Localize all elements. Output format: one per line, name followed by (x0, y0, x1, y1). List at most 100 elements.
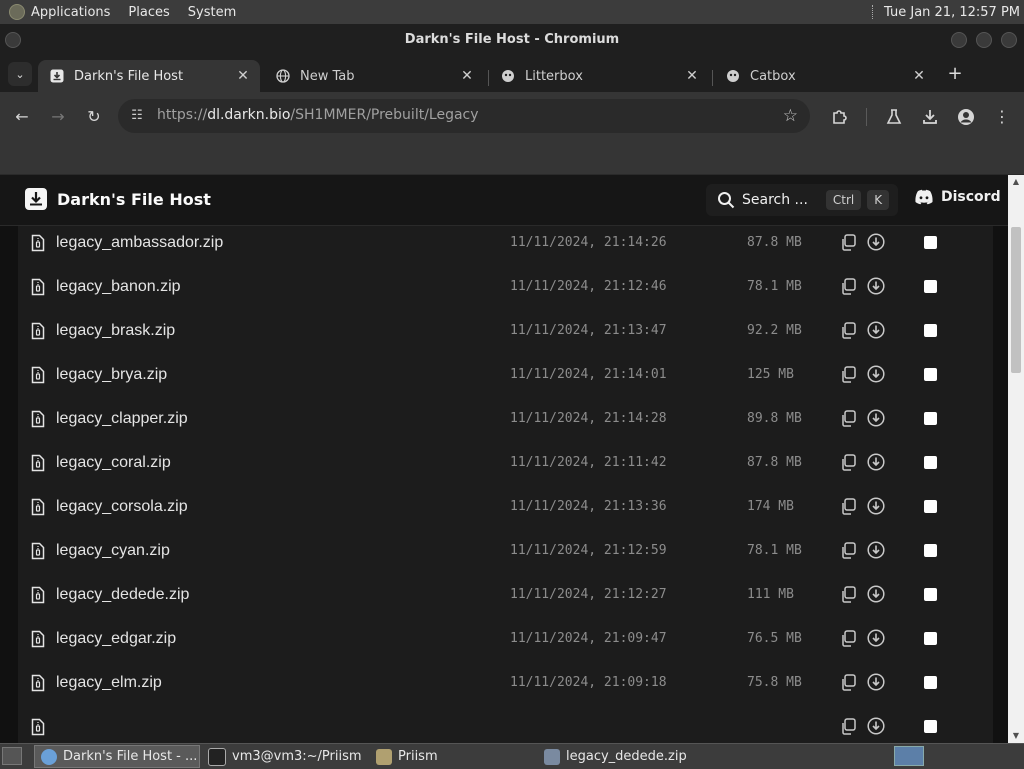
copy-link-icon[interactable] (840, 322, 856, 339)
file-name[interactable]: legacy_ambassador.zip (56, 234, 223, 252)
back-button[interactable]: ← (10, 105, 34, 129)
select-checkbox[interactable] (924, 236, 937, 249)
file-name[interactable]: legacy_dedede.zip (56, 586, 189, 604)
download-circle-icon[interactable] (867, 365, 885, 383)
tab-search-button[interactable]: ⌄ (8, 62, 32, 86)
download-circle-icon[interactable] (867, 497, 885, 515)
chrome-menu-button[interactable]: ⋮ (990, 105, 1014, 129)
clock[interactable]: Tue Jan 21, 12:57 PM (884, 5, 1020, 20)
file-name[interactable]: legacy_brask.zip (56, 322, 175, 340)
copy-link-icon[interactable] (840, 234, 856, 251)
url-text[interactable]: https://dl.darkn.bio/SH1MMER/Prebuilt/Le… (157, 107, 479, 123)
maximize-button[interactable] (976, 32, 992, 48)
scroll-down-arrow-icon[interactable]: ▼ (1008, 729, 1024, 743)
select-checkbox[interactable] (924, 676, 937, 689)
file-name[interactable]: legacy_edgar.zip (56, 630, 176, 648)
table-row[interactable]: legacy_edgar.zip 11/11/2024, 21:09:47 76.5… (18, 617, 993, 661)
copy-link-icon[interactable] (840, 410, 856, 427)
select-checkbox[interactable] (924, 544, 937, 557)
select-checkbox[interactable] (924, 368, 937, 381)
taskbar-item-priism-folder[interactable]: Priism (370, 745, 536, 768)
select-checkbox[interactable] (924, 412, 937, 425)
site-info-icon[interactable]: ☷ (128, 107, 146, 125)
select-checkbox[interactable] (924, 632, 937, 645)
labs-button[interactable] (882, 105, 906, 129)
tab-litterbox[interactable]: Litterbox ✕ (489, 60, 709, 92)
table-row[interactable]: legacy_cyan.zip 11/11/2024, 21:12:59 78.1 … (18, 529, 993, 573)
extensions-button[interactable] (828, 105, 852, 129)
copy-link-icon[interactable] (840, 278, 856, 295)
copy-link-icon[interactable] (840, 454, 856, 471)
download-circle-icon[interactable] (867, 321, 885, 339)
copy-link-icon[interactable] (840, 586, 856, 603)
show-desktop-button[interactable] (2, 747, 22, 765)
select-checkbox[interactable] (924, 324, 937, 337)
close-tab-icon[interactable]: ✕ (683, 68, 701, 84)
copy-link-icon[interactable] (840, 498, 856, 515)
copy-link-icon[interactable] (840, 630, 856, 647)
select-checkbox[interactable] (924, 456, 937, 469)
copy-link-icon[interactable] (840, 542, 856, 559)
file-name[interactable]: legacy_corsola.zip (56, 498, 188, 516)
download-circle-icon[interactable] (867, 717, 885, 735)
taskbar-item-chromium[interactable]: Darkn's File Host - ... (34, 745, 200, 768)
download-circle-icon[interactable] (867, 541, 885, 559)
search-button[interactable]: Search ... Ctrl K (706, 184, 898, 216)
downloads-button[interactable] (918, 105, 942, 129)
table-row[interactable]: legacy_ambassador.zip 11/11/2024, 21:14:2… (18, 226, 993, 265)
scroll-up-arrow-icon[interactable]: ▲ (1008, 175, 1024, 189)
table-row[interactable]: legacy_brask.zip 11/11/2024, 21:13:47 92.2… (18, 309, 993, 353)
minimize-button[interactable] (951, 32, 967, 48)
table-row[interactable]: legacy_banon.zip 11/11/2024, 21:12:46 78.1… (18, 265, 993, 309)
file-name[interactable]: legacy_elm.zip (56, 674, 162, 692)
table-row[interactable]: legacy_dedede.zip 11/11/2024, 21:12:27 111… (18, 573, 993, 617)
copy-link-icon[interactable] (840, 718, 856, 735)
applications-menu[interactable]: Applications (31, 5, 110, 20)
select-checkbox[interactable] (924, 280, 937, 293)
taskbar-item-terminal[interactable]: vm3@vm3:~/Priism (202, 745, 368, 768)
page-scrollbar[interactable]: ▲ ▼ (1008, 175, 1024, 743)
select-checkbox[interactable] (924, 720, 937, 733)
download-circle-icon[interactable] (867, 673, 885, 691)
file-name[interactable]: legacy_clapper.zip (56, 410, 188, 428)
close-tab-icon[interactable]: ✕ (458, 68, 476, 84)
close-window-button[interactable] (1001, 32, 1017, 48)
new-tab-button[interactable]: + (944, 64, 966, 86)
places-menu[interactable]: Places (128, 5, 169, 20)
reload-button[interactable]: ↻ (82, 105, 106, 129)
table-row[interactable]: legacy_elm.zip 11/11/2024, 21:09:18 75.8 M… (18, 661, 993, 705)
file-name[interactable]: legacy_banon.zip (56, 278, 181, 296)
scrollbar-thumb[interactable] (1011, 227, 1021, 373)
download-circle-icon[interactable] (867, 453, 885, 471)
copy-link-icon[interactable] (840, 366, 856, 383)
tab-darkns-file-host[interactable]: Darkn's File Host ✕ (38, 60, 260, 92)
system-menu[interactable]: System (188, 5, 236, 20)
download-circle-icon[interactable] (867, 629, 885, 647)
close-tab-icon[interactable]: ✕ (910, 68, 928, 84)
select-checkbox[interactable] (924, 588, 937, 601)
site-brand[interactable]: Darkn's File Host (24, 187, 211, 211)
discord-link[interactable]: Discord (914, 189, 1001, 205)
forward-button[interactable]: → (46, 105, 70, 129)
file-name[interactable]: legacy_cyan.zip (56, 542, 170, 560)
file-name[interactable]: legacy_coral.zip (56, 454, 171, 472)
copy-link-icon[interactable] (840, 674, 856, 691)
download-circle-icon[interactable] (867, 277, 885, 295)
table-row[interactable]: legacy_clapper.zip 11/11/2024, 21:14:28 89… (18, 397, 993, 441)
window-title-bar[interactable]: Darkn's File Host - Chromium (0, 24, 1024, 56)
download-circle-icon[interactable] (867, 233, 885, 251)
table-row[interactable]: legacy_brya.zip 11/11/2024, 21:14:01 125 M… (18, 353, 993, 397)
taskbar-item-archive[interactable]: legacy_dedede.zip (538, 745, 718, 768)
tray-chromium-icon[interactable] (894, 746, 924, 766)
close-tab-icon[interactable]: ✕ (234, 68, 252, 84)
distro-logo-icon[interactable] (9, 4, 25, 20)
tab-new-tab[interactable]: New Tab ✕ (264, 60, 484, 92)
table-row[interactable]: legacy_coral.zip 11/11/2024, 21:11:42 87.8… (18, 441, 993, 485)
table-row[interactable]: legacy_corsola.zip 11/11/2024, 21:13:36 17… (18, 485, 993, 529)
profile-button[interactable] (954, 105, 978, 129)
download-circle-icon[interactable] (867, 409, 885, 427)
tab-catbox[interactable]: Catbox ✕ (714, 60, 936, 92)
bookmark-star-icon[interactable]: ☆ (783, 106, 798, 126)
file-name[interactable]: legacy_brya.zip (56, 366, 167, 384)
address-bar[interactable]: ☷ https://dl.darkn.bio/SH1MMER/Prebuilt/… (118, 99, 810, 133)
